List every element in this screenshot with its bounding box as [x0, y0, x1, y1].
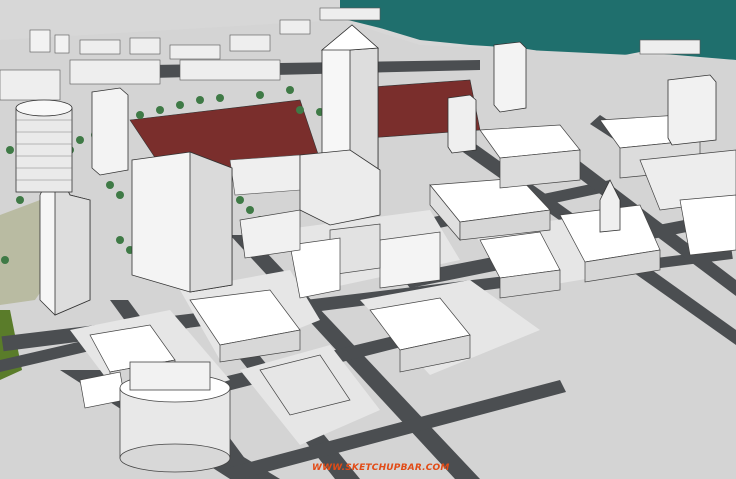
city-model-render [0, 0, 736, 479]
glass-tower [15, 107, 73, 193]
watermark-text: WWW.SKETCHUPBAR.COM [312, 463, 450, 473]
round-building [119, 361, 231, 473]
